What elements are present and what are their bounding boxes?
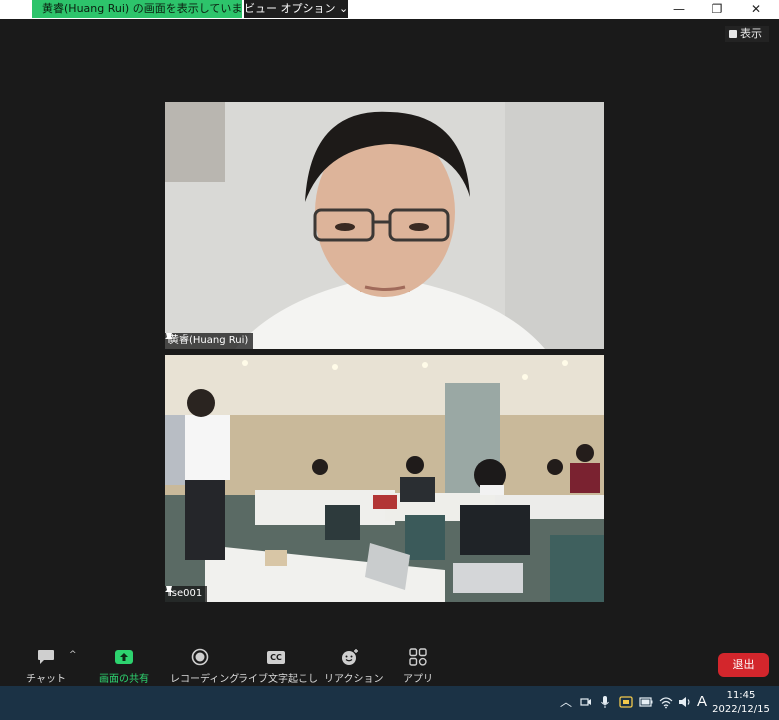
chat-options-caret[interactable]: ^ — [69, 650, 77, 660]
clock-date: 2022/12/15 — [712, 704, 770, 715]
participant-name-bar: 黄睿(Huang Rui) — [165, 333, 254, 349]
record-label: レコーディング — [170, 674, 240, 685]
meeting-toolbar: チャット ^ 画面の共有 レコーディング CC ライブ文字起こし リアクション … — [0, 642, 779, 686]
wifi-icon[interactable] — [659, 695, 673, 709]
camera-icon[interactable] — [580, 696, 592, 708]
window-title-bar: 黄睿(Huang Rui) の画面を表示しています ビュー オプション ⌄ — … — [0, 0, 779, 19]
apps-button[interactable]: アプリ — [400, 648, 436, 686]
microphone-icon[interactable] — [600, 695, 610, 709]
reactions-label: リアクション — [324, 674, 384, 685]
share-screen-button[interactable]: 画面の共有 — [97, 648, 151, 686]
view-options-button[interactable]: ビュー オプション ⌄ — [244, 0, 348, 18]
leave-meeting-button[interactable]: 退出 — [718, 653, 769, 677]
captions-icon: CC — [267, 650, 285, 664]
apps-label: アプリ — [403, 674, 433, 685]
show-hidden-icons-icon[interactable]: ︿ — [560, 695, 572, 709]
system-clock[interactable]: 11:45 2022/12/15 — [706, 689, 776, 717]
view-toggle-button[interactable]: 表示 — [725, 26, 769, 42]
video-tile-huang-rui[interactable]: 黄睿(Huang Rui) — [165, 102, 604, 349]
view-layout-icon — [729, 30, 737, 38]
screen-share-banner: 黄睿(Huang Rui) の画面を表示しています — [32, 0, 242, 18]
video-tile-ise001[interactable]: ise001 — [165, 355, 604, 602]
participant-name: 黄睿(Huang Rui) — [169, 335, 249, 346]
record-icon — [191, 648, 209, 666]
emoji-plus-icon — [342, 649, 358, 665]
apps-icon — [409, 648, 427, 666]
close-button[interactable]: ✕ — [741, 0, 771, 19]
participant-name: ise001 — [169, 588, 203, 599]
windows-taskbar: ︿ A 11:45 2022/12/15 — [0, 686, 779, 720]
conference-room-video — [165, 355, 604, 602]
volume-icon[interactable] — [678, 695, 692, 709]
minimize-button[interactable]: — — [664, 0, 694, 19]
share-screen-icon — [115, 650, 133, 664]
chat-button[interactable]: チャット — [26, 648, 66, 686]
share-screen-label: 画面の共有 — [99, 674, 149, 685]
clock-time: 11:45 — [726, 690, 756, 701]
pin-icon — [165, 586, 173, 596]
reactions-button[interactable]: リアクション — [324, 648, 384, 686]
chat-label: チャット — [26, 674, 66, 685]
live-captions-button[interactable]: CC ライブ文字起こし — [238, 648, 318, 686]
pin-icon — [165, 333, 173, 343]
restore-button[interactable]: ❐ — [702, 0, 732, 19]
battery-icon[interactable] — [639, 697, 653, 707]
zoom-tray-icon[interactable] — [619, 695, 633, 709]
record-button[interactable]: レコーディング — [170, 648, 240, 686]
live-captions-label: ライブ文字起こし — [238, 674, 318, 685]
participant-video — [165, 102, 604, 349]
chat-icon — [38, 650, 54, 664]
participant-name-bar: ise001 — [165, 586, 208, 602]
view-toggle-label: 表示 — [740, 27, 762, 40]
